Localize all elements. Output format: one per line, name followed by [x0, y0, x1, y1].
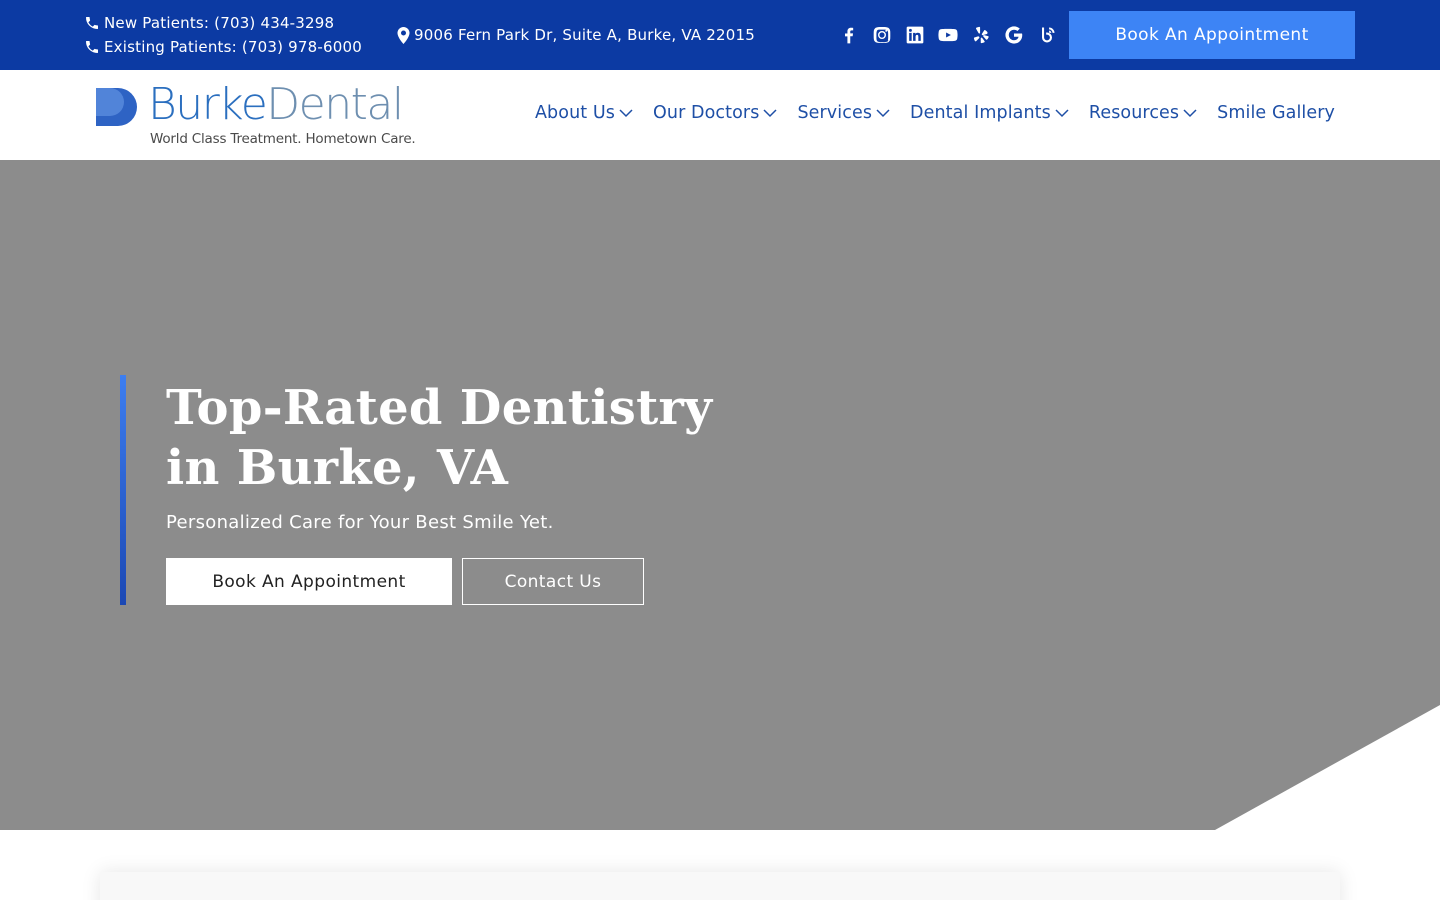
nav-resources[interactable]: Resources	[1089, 103, 1197, 123]
hero-accent-bar	[120, 375, 126, 605]
facebook-link[interactable]	[832, 23, 865, 47]
google-icon	[1004, 26, 1022, 44]
address-text: 9006 Fern Park Dr, Suite A, Burke, VA 22…	[414, 26, 755, 44]
nav-dental-implants[interactable]: Dental Implants	[910, 103, 1069, 123]
hero-book-appointment-button[interactable]: Book An Appointment	[166, 558, 452, 605]
existing-patients-label: Existing Patients: (703) 978-6000	[104, 38, 362, 56]
blog-link[interactable]	[1030, 23, 1063, 47]
nav-smile-gallery-label: Smile Gallery	[1217, 103, 1335, 123]
logo-tagline: World Class Treatment. Hometown Care.	[150, 131, 416, 147]
nav-dental-implants-label: Dental Implants	[910, 103, 1051, 123]
nav-about-us[interactable]: About Us	[535, 103, 633, 123]
nav-resources-label: Resources	[1088, 103, 1180, 123]
chevron-down-icon	[763, 109, 777, 118]
facebook-icon	[844, 27, 853, 44]
address-link[interactable]: 9006 Fern Park Dr, Suite A, Burke, VA 22…	[397, 23, 755, 47]
logo-wordmark-dental: Dental	[266, 79, 404, 130]
linkedin-link[interactable]	[898, 23, 931, 47]
chevron-down-icon	[876, 109, 890, 118]
book-appointment-button[interactable]: Book An Appointment	[1069, 11, 1355, 59]
nav-our-doctors[interactable]: Our Doctors	[653, 103, 777, 123]
hero-section: Top-Rated Dentistry in Burke, VA Persona…	[0, 160, 1440, 830]
hero-title-line-2: in Burke, VA	[166, 440, 509, 496]
youtube-link[interactable]	[931, 23, 964, 47]
phone-icon	[86, 17, 98, 29]
youtube-icon	[937, 28, 958, 42]
logo-wordmark: BurkeDental	[148, 79, 404, 131]
nav-services[interactable]: Services	[797, 103, 890, 123]
existing-patients-phone-link[interactable]: Existing Patients: (703) 978-6000	[84, 35, 362, 59]
chevron-down-icon	[1055, 109, 1069, 118]
main-navigation-bar: BurkeDental World Class Treatment. Homet…	[0, 70, 1440, 160]
below-fold-card	[100, 872, 1340, 900]
phone-icon	[86, 41, 98, 53]
nav-about-us-label: About Us	[534, 103, 616, 123]
phone-numbers: New Patients: (703) 434-3298 Existing Pa…	[84, 11, 362, 59]
yelp-link[interactable]	[964, 23, 997, 47]
logo-mark-icon	[96, 88, 139, 126]
chevron-down-icon	[619, 109, 633, 118]
instagram-icon	[873, 27, 890, 43]
new-patients-phone-link[interactable]: New Patients: (703) 434-3298	[84, 11, 362, 35]
hero-subtitle: Personalized Care for Your Best Smile Ye…	[166, 512, 554, 533]
yelp-icon	[973, 26, 989, 44]
logo-wordmark-burke: Burke	[148, 79, 268, 130]
hero-title-line-1: Top-Rated Dentistry	[166, 380, 713, 436]
primary-menu: About Us Our Doctors Services Dental Imp…	[535, 103, 1335, 123]
chevron-down-icon	[1183, 109, 1197, 118]
top-utility-bar: New Patients: (703) 434-3298 Existing Pa…	[0, 0, 1440, 70]
google-link[interactable]	[997, 23, 1030, 47]
map-marker-icon	[397, 26, 410, 44]
social-links	[832, 23, 1063, 47]
burke-dental-logo[interactable]: BurkeDental World Class Treatment. Homet…	[94, 79, 416, 149]
new-patients-label: New Patients: (703) 434-3298	[104, 14, 335, 32]
nav-our-doctors-label: Our Doctors	[653, 103, 760, 123]
nav-services-label: Services	[797, 103, 873, 123]
hero-title: Top-Rated Dentistry in Burke, VA	[166, 378, 726, 498]
linkedin-icon	[906, 26, 923, 44]
nav-smile-gallery[interactable]: Smile Gallery	[1217, 103, 1335, 123]
instagram-link[interactable]	[865, 23, 898, 47]
blog-icon	[1041, 27, 1054, 43]
hero-contact-us-button[interactable]: Contact Us	[462, 558, 644, 605]
